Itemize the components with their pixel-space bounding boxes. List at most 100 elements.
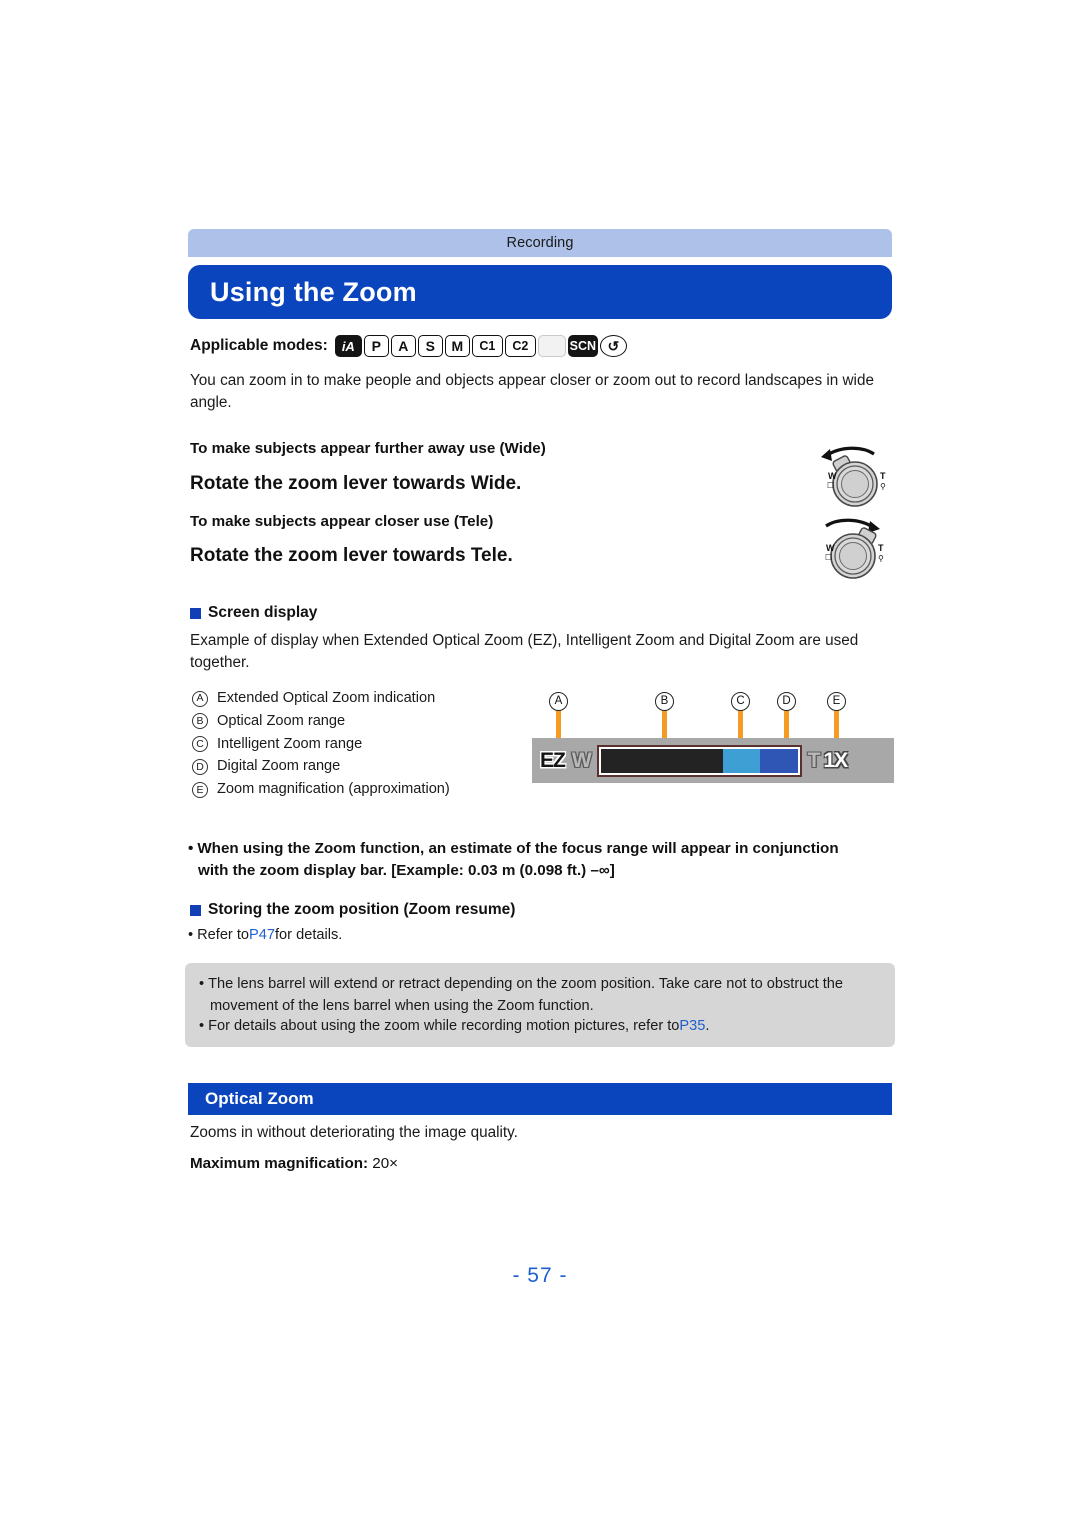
svg-text:T: T xyxy=(878,543,884,553)
screen-display-description: Example of display when Extended Optical… xyxy=(190,632,859,671)
focus-range-line2-wrap: with the zoom display bar. [Example: 0.0… xyxy=(188,860,898,882)
optical-zoom-description: Zooms in without deteriorating the image… xyxy=(190,1124,518,1141)
screen-display-heading: Screen display xyxy=(190,604,317,622)
bullet-row: • For details about using the zoom while… xyxy=(199,1016,881,1037)
mode-scn-icon: SCN xyxy=(567,335,598,357)
legend-label-b: Optical Zoom range xyxy=(217,712,346,729)
refer-prefix: Refer to xyxy=(197,927,250,943)
camera-zoom-bar-panel: EZ W T 1X xyxy=(532,738,894,783)
svg-text:☐: ☐ xyxy=(827,481,834,490)
page-title: Using the Zoom xyxy=(210,276,417,307)
zoom-resume-heading: Storing the zoom position (Zoom resume) xyxy=(190,901,515,919)
callout-b: B xyxy=(655,692,674,711)
bullet-dot-icon: • xyxy=(188,927,194,943)
max-magnification-value: 20× xyxy=(372,1155,399,1172)
segment-intelligent-zoom xyxy=(722,748,761,773)
focus-range-note: • When using the Zoom function, an estim… xyxy=(188,838,898,882)
note-item1-line2-wrap: movement of the lens barrel when using t… xyxy=(199,996,881,1017)
screen-display-heading-label: Screen display xyxy=(208,604,318,621)
bullet-row: • Refer to P47 for details. xyxy=(188,925,898,946)
optical-zoom-section-bar: Optical Zoom xyxy=(188,1083,892,1115)
magnification-value: 1X xyxy=(823,748,849,772)
zoom-lever-tele-icon: W ☐ T ⚲ xyxy=(812,515,892,588)
page-link-p47[interactable]: P47 xyxy=(249,925,275,946)
applicable-modes: Applicable modes: iA P A S M C1 C2 SCN ↺ xyxy=(190,331,627,361)
zoom-range-bar xyxy=(596,744,802,777)
mode-c2-icon: C2 xyxy=(504,335,536,357)
legend-label-e: Zoom magnification (approximation) xyxy=(217,781,450,798)
svg-text:☐: ☐ xyxy=(825,553,832,562)
list-item: A Extended Optical Zoom indication xyxy=(192,688,450,709)
mode-p-icon: P xyxy=(363,335,389,357)
breadcrumb-label: Recording xyxy=(506,235,574,251)
refer-suffix: for details. xyxy=(275,927,343,943)
focus-range-line1: When using the Zoom function, an estimat… xyxy=(197,840,839,857)
manual-page: Recording Using the Zoom Applicable mode… xyxy=(0,0,1080,1526)
mode-c1-icon: C1 xyxy=(471,335,503,357)
square-bullet-icon xyxy=(190,607,201,619)
breadcrumb: Recording xyxy=(188,229,892,257)
max-magnification-row: Maximum magnification: 20× xyxy=(190,1155,398,1172)
tele-instruction: Rotate the zoom lever towards Tele. xyxy=(190,545,513,566)
mode-icon-list: iA P A S M C1 C2 SCN ↺ xyxy=(334,335,627,357)
applicable-modes-label: Applicable modes: xyxy=(190,337,328,354)
legend-label-c: Intelligent Zoom range xyxy=(217,735,363,752)
note-item2-prefix: For details about using the zoom while r… xyxy=(208,1018,680,1035)
intro-paragraph: You can zoom in to make people and objec… xyxy=(190,372,874,411)
tele-caption: To make subjects appear closer use (Tele… xyxy=(190,513,494,530)
zoom-resume-heading-label: Storing the zoom position (Zoom resume) xyxy=(208,901,516,918)
legend-label-a: Extended Optical Zoom indication xyxy=(217,690,436,706)
tele-end-label: T xyxy=(807,748,821,772)
wide-end-label: W xyxy=(571,748,592,772)
callout-d: D xyxy=(777,692,796,711)
page-footer: - 57 - xyxy=(512,1264,568,1287)
bullet-row: • When using the Zoom function, an estim… xyxy=(188,838,898,860)
list-item: D Digital Zoom range xyxy=(192,756,450,777)
bullet-dot-icon: • xyxy=(199,1018,205,1035)
svg-text:W: W xyxy=(828,471,837,481)
square-bullet-icon xyxy=(190,904,201,916)
note-item2-suffix: . xyxy=(705,1018,710,1035)
segment-digital-zoom xyxy=(760,748,798,773)
callout-e: E xyxy=(827,692,846,711)
zoom-bar-figure: A B C D E EZ W T 1X xyxy=(528,692,898,792)
circled-letter-c-icon: C xyxy=(192,736,208,753)
bullet-row: • The lens barrel will extend or retract… xyxy=(199,974,881,995)
legend-label-d: Digital Zoom range xyxy=(217,758,341,775)
svg-text:⚲: ⚲ xyxy=(880,482,886,491)
circled-letter-b-icon: B xyxy=(192,713,208,730)
optical-zoom-heading: Optical Zoom xyxy=(205,1089,314,1108)
list-item: E Zoom magnification (approximation) xyxy=(192,779,450,800)
mode-creative-icon: ↺ xyxy=(599,335,627,357)
list-item: C Intelligent Zoom range xyxy=(192,734,450,755)
segment-optical-zoom xyxy=(600,748,723,773)
mode-m-icon: M xyxy=(444,335,470,357)
circled-letter-e-icon: E xyxy=(192,781,208,798)
zoom-resume-refer: • Refer to P47 for details. xyxy=(188,925,898,946)
note-box: • The lens barrel will extend or retract… xyxy=(185,963,895,1047)
mode-ia-icon: iA xyxy=(334,335,362,357)
mode-s-icon: S xyxy=(417,335,443,357)
focus-range-line2: with the zoom display bar. [Example: 0.0… xyxy=(198,862,615,880)
note-item1-line1: The lens barrel will extend or retract d… xyxy=(208,976,844,992)
svg-text:⚲: ⚲ xyxy=(878,554,884,563)
callout-c: C xyxy=(731,692,750,711)
zoom-lever-wide-icon: W ☐ T ⚲ xyxy=(812,443,892,516)
callout-a: A xyxy=(549,692,568,711)
legend-list: A Extended Optical Zoom indication B Opt… xyxy=(192,688,450,802)
circled-letter-a-icon: A xyxy=(192,690,208,707)
note-item1-line2: movement of the lens barrel when using t… xyxy=(210,997,594,1014)
mode-a-icon: A xyxy=(390,335,416,357)
svg-text:T: T xyxy=(880,471,886,481)
mode-panorama-icon xyxy=(537,335,566,357)
page-title-bar: Using the Zoom xyxy=(188,265,892,319)
bullet-dot-icon: • xyxy=(188,840,194,857)
wide-instruction: Rotate the zoom lever towards Wide. xyxy=(190,473,522,494)
svg-text:W: W xyxy=(826,543,835,553)
wide-caption: To make subjects appear further away use… xyxy=(190,440,546,457)
max-magnification-label: Maximum magnification: xyxy=(190,1155,373,1172)
bullet-dot-icon: • xyxy=(199,976,205,992)
ez-indicator: EZ xyxy=(540,748,566,772)
page-link-p35[interactable]: P35 xyxy=(679,1016,705,1037)
circled-letter-d-icon: D xyxy=(192,759,208,776)
